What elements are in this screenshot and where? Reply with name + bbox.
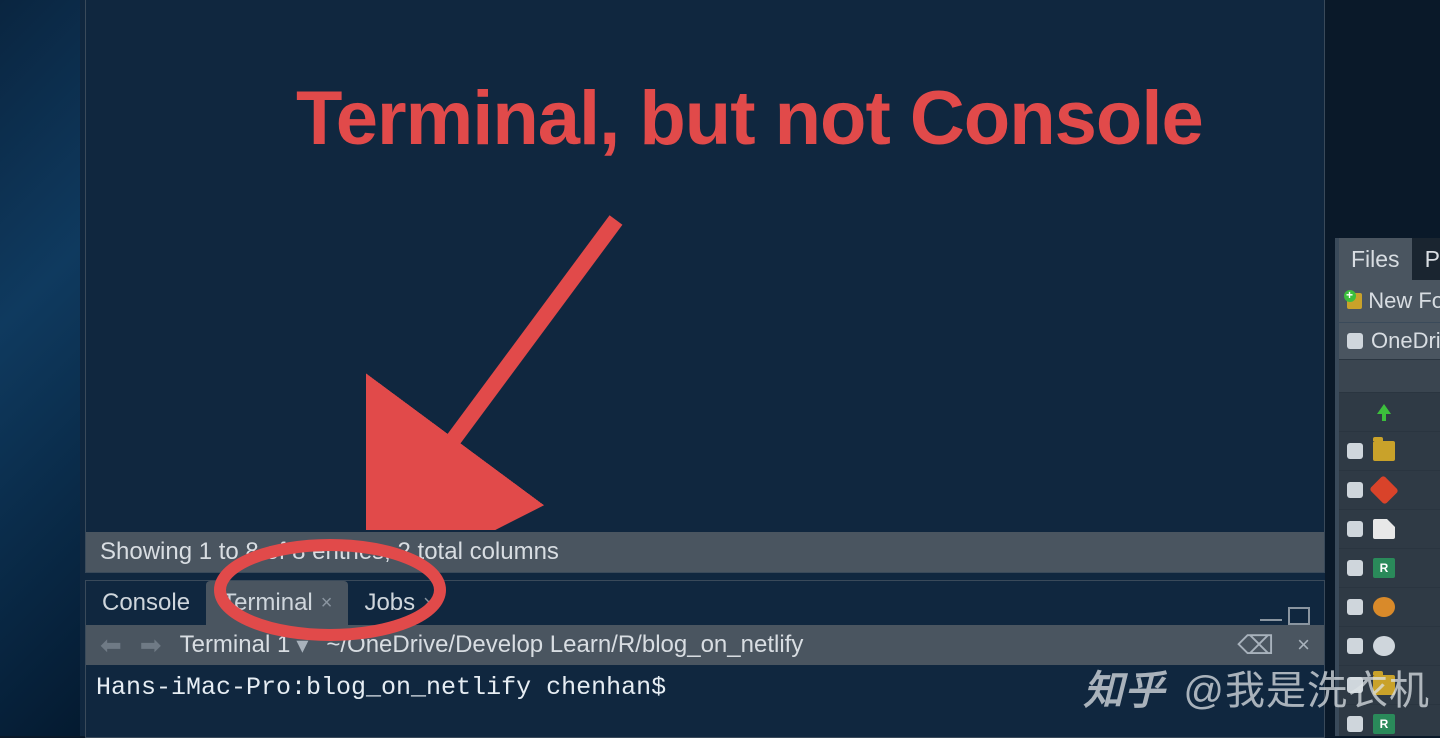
- database-icon: [1373, 597, 1395, 617]
- rproj-icon: R: [1373, 558, 1395, 578]
- tab-label: Console: [102, 589, 190, 617]
- rstudio-window: Terminal, but not Console Showing 1 to 8…: [80, 0, 1325, 736]
- annotation-text: Terminal, but not Console: [296, 75, 1203, 162]
- files-toolbar: New Fo: [1339, 280, 1440, 322]
- annotation-ellipse-icon: [210, 535, 450, 645]
- folder-icon: [1373, 441, 1395, 461]
- git-icon: [1369, 475, 1399, 505]
- select-all-checkbox[interactable]: [1347, 333, 1363, 349]
- files-panel: Files Pl New Fo OneDriv RRTOML: [1335, 238, 1440, 736]
- file-checkbox[interactable]: [1347, 443, 1363, 459]
- file-checkbox[interactable]: [1347, 560, 1363, 576]
- file-checkbox[interactable]: [1347, 482, 1363, 498]
- breadcrumb-label: OneDriv: [1371, 328, 1440, 354]
- folder-icon: [1373, 675, 1395, 695]
- file-row[interactable]: [1339, 432, 1440, 471]
- tab-console[interactable]: Console: [86, 581, 206, 625]
- minimize-pane-icon[interactable]: [1260, 611, 1282, 621]
- file-checkbox[interactable]: [1347, 716, 1363, 732]
- file-row[interactable]: [1339, 510, 1440, 549]
- file-row[interactable]: [1339, 471, 1440, 510]
- terminal-output[interactable]: Hans-iMac-Pro:blog_on_netlify chenhan$: [86, 665, 1324, 710]
- files-header-row: [1339, 359, 1440, 393]
- file-row[interactable]: [1339, 666, 1440, 705]
- file-checkbox[interactable]: [1347, 638, 1363, 654]
- tab-plots[interactable]: Pl: [1413, 238, 1440, 280]
- pane-window-controls: [1260, 607, 1324, 625]
- rproj-icon: R: [1373, 714, 1395, 734]
- history-icon: [1373, 636, 1395, 656]
- annotation-arrow-icon: [366, 210, 646, 530]
- tab-files[interactable]: Files: [1339, 238, 1413, 280]
- maximize-pane-icon[interactable]: [1288, 607, 1310, 625]
- file-checkbox[interactable]: [1347, 599, 1363, 615]
- parent-dir-icon: [1373, 402, 1395, 422]
- new-folder-label[interactable]: New Fo: [1368, 288, 1440, 314]
- file-checkbox[interactable]: [1347, 677, 1363, 693]
- clear-terminal-icon[interactable]: ⌫: [1237, 630, 1274, 661]
- files-panel-tabs: Files Pl: [1339, 238, 1440, 280]
- nav-back-icon[interactable]: ⬅: [100, 630, 122, 661]
- file-row[interactable]: R: [1339, 705, 1440, 736]
- document-icon: [1373, 519, 1395, 539]
- files-list: RRTOML: [1339, 393, 1440, 736]
- close-terminal-icon[interactable]: ×: [1297, 632, 1310, 658]
- file-row[interactable]: R: [1339, 549, 1440, 588]
- source-pane: Terminal, but not Console Showing 1 to 8…: [85, 0, 1325, 573]
- desktop-background-strip: [0, 0, 80, 736]
- file-checkbox[interactable]: [1347, 521, 1363, 537]
- file-row[interactable]: [1339, 627, 1440, 666]
- terminal-prompt: Hans-iMac-Pro:blog_on_netlify chenhan$: [96, 673, 666, 702]
- file-row[interactable]: [1339, 588, 1440, 627]
- files-breadcrumb[interactable]: OneDriv: [1339, 322, 1440, 359]
- nav-forward-icon[interactable]: ➡: [140, 630, 162, 661]
- new-folder-icon[interactable]: [1347, 293, 1362, 309]
- file-row[interactable]: [1339, 393, 1440, 432]
